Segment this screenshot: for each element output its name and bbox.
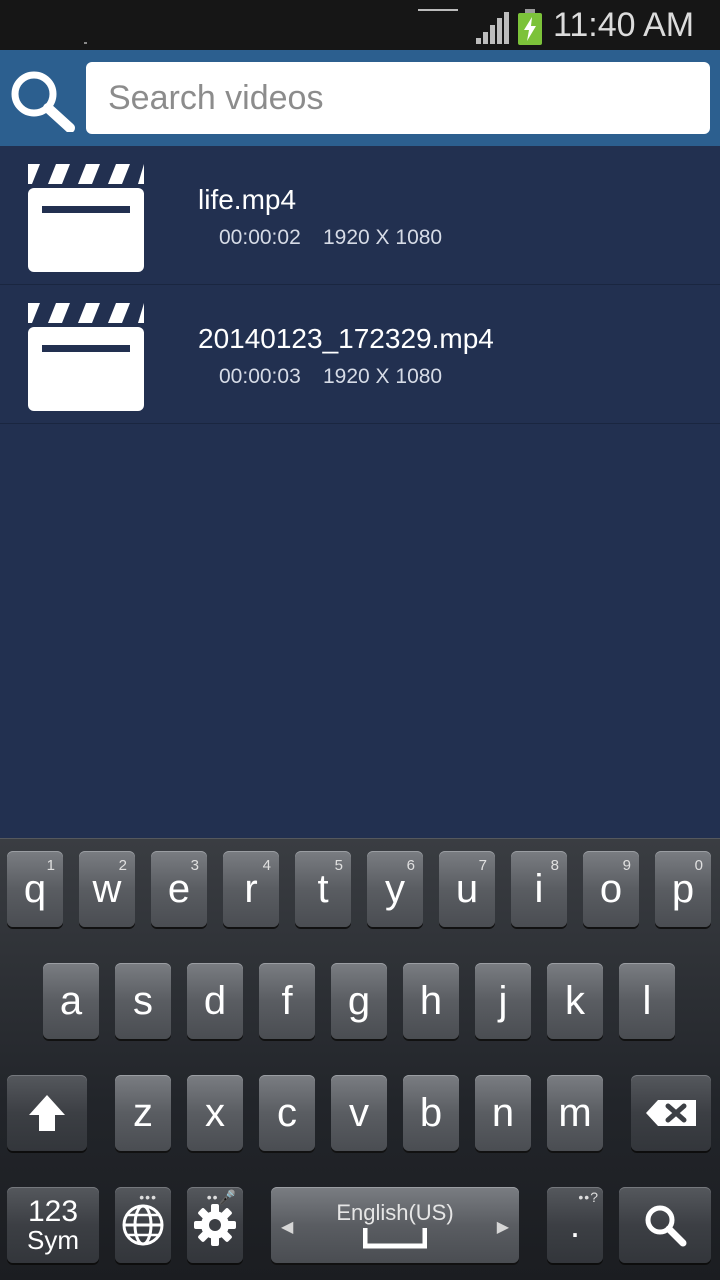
video-duration: 00:00:03 <box>219 365 301 388</box>
list-item[interactable]: life.mp4 00:00:02 1920 X 1080 <box>0 146 720 285</box>
space-bar-icon <box>363 1228 427 1249</box>
key-b[interactable]: b <box>403 1075 459 1151</box>
key-i[interactable]: 8i <box>511 851 567 927</box>
list-item[interactable]: 20140123_172329.mp4 00:00:03 1920 X 1080 <box>0 285 720 424</box>
symbols-key-top: 123 <box>27 1194 79 1228</box>
key-l[interactable]: l <box>619 963 675 1039</box>
search-input[interactable] <box>86 62 710 134</box>
status-time: 11:40 AM <box>553 6 695 44</box>
key-x[interactable]: x <box>187 1075 243 1151</box>
video-list: life.mp4 00:00:02 1920 X 1080 20140123_1… <box>0 146 720 838</box>
key-s[interactable]: s <box>115 963 171 1039</box>
video-resolution: 1920 X 1080 <box>323 365 443 388</box>
key-h[interactable]: h <box>403 963 459 1039</box>
video-resolution: 1920 X 1080 <box>323 226 443 249</box>
signal-icon <box>476 12 509 44</box>
key-g[interactable]: g <box>331 963 387 1039</box>
globe-icon <box>122 1204 164 1246</box>
key-a[interactable]: a <box>43 963 99 1039</box>
clapperboard-icon <box>28 164 144 272</box>
key-n[interactable]: n <box>475 1075 531 1151</box>
key-d[interactable]: d <box>187 963 243 1039</box>
key-u[interactable]: 7u <box>439 851 495 927</box>
video-name: 20140123_172329.mp4 <box>198 323 494 354</box>
key-j[interactable]: j <box>475 963 531 1039</box>
language-key[interactable]: ••• <box>115 1187 171 1263</box>
key-w[interactable]: 2w <box>79 851 135 927</box>
settings-icon <box>194 1204 236 1246</box>
symbols-key-bottom: Sym <box>27 1225 79 1256</box>
space-key[interactable]: ◀ English(US) ▶ <box>271 1187 519 1263</box>
period-key[interactable]: ••? . <box>547 1187 603 1263</box>
period-label: . <box>569 1204 580 1245</box>
key-o[interactable]: 9o <box>583 851 639 927</box>
key-k[interactable]: k <box>547 963 603 1039</box>
key-t[interactable]: 5t <box>295 851 351 927</box>
shift-key[interactable] <box>7 1075 87 1151</box>
backspace-icon <box>646 1100 696 1126</box>
status-bar: 11:40 AM <box>0 0 720 50</box>
battery-charging-icon <box>518 9 542 45</box>
soft-keyboard: 1q 2w 3e 4r 5t 6y 7u 8i 9o 0p a s d f g … <box>0 838 720 1280</box>
key-v[interactable]: v <box>331 1075 387 1151</box>
key-p[interactable]: 0p <box>655 851 711 927</box>
key-c[interactable]: c <box>259 1075 315 1151</box>
keyboard-search-key[interactable] <box>619 1187 711 1263</box>
video-name: life.mp4 <box>198 184 297 215</box>
key-y[interactable]: 6y <box>367 851 423 927</box>
key-m[interactable]: m <box>547 1075 603 1151</box>
video-duration: 00:00:02 <box>219 226 301 249</box>
search-header <box>0 50 720 146</box>
key-q[interactable]: 1q <box>7 851 63 927</box>
search-icon[interactable] <box>8 68 76 133</box>
key-f[interactable]: f <box>259 963 315 1039</box>
symbols-key[interactable]: 123 Sym <box>7 1187 99 1263</box>
key-z[interactable]: z <box>115 1075 171 1151</box>
key-r[interactable]: 4r <box>223 851 279 927</box>
notification-indicator <box>418 9 458 11</box>
language-label: English(US) <box>336 1200 454 1225</box>
backspace-key[interactable] <box>631 1075 711 1151</box>
shift-icon <box>29 1095 65 1131</box>
settings-key[interactable]: ••🎤 <box>187 1187 243 1263</box>
keyboard-search-icon <box>645 1205 687 1247</box>
status-dot <box>84 42 87 44</box>
clapperboard-icon <box>28 303 144 411</box>
key-e[interactable]: 3e <box>151 851 207 927</box>
